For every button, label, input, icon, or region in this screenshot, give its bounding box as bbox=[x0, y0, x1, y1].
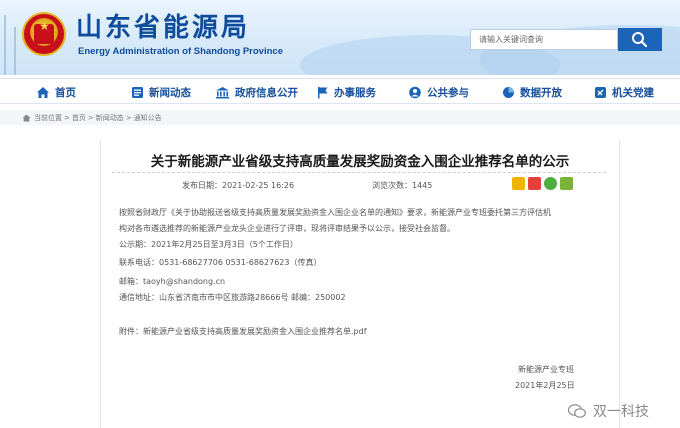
signoff-organization: 新能源产业专班 bbox=[518, 365, 574, 374]
home-icon bbox=[37, 86, 49, 98]
nav-item-open-data[interactable]: 数据开放 bbox=[502, 79, 562, 105]
attachment-link[interactable]: 附件：新能源产业省级支持高质量发展奖励资金入围企业推荐名单.pdf bbox=[119, 327, 367, 337]
wechat-icon bbox=[567, 404, 586, 418]
nav-item-label: 数据开放 bbox=[520, 86, 562, 99]
share-toolbar bbox=[512, 177, 573, 190]
wechat-icon[interactable] bbox=[544, 177, 557, 190]
nav-item-party-building[interactable]: 机关党建 bbox=[594, 79, 654, 105]
nav-item-label: 办事服务 bbox=[334, 86, 376, 99]
breadcrumb-current: 通知公告 bbox=[133, 113, 162, 122]
nav-item-label: 新闻动态 bbox=[149, 86, 191, 99]
article-title: 关于新能源产业省级支持高质量发展奖励资金入围企业推荐名单的公示 bbox=[150, 154, 570, 170]
breadcrumb-prefix: 当前位置 bbox=[34, 113, 62, 122]
nav-item-label: 政府信息公开 bbox=[235, 86, 298, 99]
signoff-date: 2021年2月25日 bbox=[515, 381, 575, 390]
title-divider bbox=[112, 172, 606, 173]
paragraph-line-1: 按照省财政厅《关于协助报送省级支持高质量发展奖励资金入围企业名单的通知》要求，新… bbox=[119, 208, 551, 217]
news-icon bbox=[132, 86, 143, 98]
wind-turbine-decoration bbox=[4, 15, 6, 75]
site-subtitle: Energy Administration of Shandong Provin… bbox=[78, 46, 283, 57]
site-title: 山东省能源局 bbox=[76, 13, 251, 43]
people-icon bbox=[409, 86, 421, 98]
nav-item-government-info[interactable]: 政府信息公开 bbox=[215, 79, 298, 105]
contact-email: 邮箱：taoyh@shandong.cn bbox=[119, 277, 226, 286]
nav-item-services[interactable]: 办事服务 bbox=[316, 79, 376, 105]
weibo-icon[interactable] bbox=[528, 177, 541, 190]
view-count: 浏览次数：1445 bbox=[372, 180, 432, 191]
nav-item-label: 机关党建 bbox=[612, 86, 654, 99]
publish-date-value: 2021-02-25 16:26 bbox=[222, 181, 295, 190]
party-icon bbox=[595, 86, 606, 98]
publish-date: 发布日期：2021-02-25 16:26 bbox=[182, 180, 294, 191]
paragraph-line-2: 构对各市遴选推荐的新能源产业龙头企业进行了评审，现将评审结果予以公示，接受社会监… bbox=[119, 224, 455, 233]
nav-item-home[interactable]: 首页 bbox=[36, 79, 76, 105]
publicity-period: 公示期：2021年2月25日至3月3日（5个工作日） bbox=[119, 240, 298, 249]
breadcrumb-link-news[interactable]: 新闻动态 bbox=[96, 113, 124, 123]
publish-label: 发布日期： bbox=[182, 181, 222, 190]
nav-item-public-participation[interactable]: 公共参与 bbox=[408, 79, 469, 105]
nav-item-label: 首页 bbox=[55, 86, 76, 99]
qq-icon[interactable] bbox=[560, 177, 573, 190]
wechat-watermark: 双一科技 bbox=[567, 401, 649, 421]
favorite-icon[interactable] bbox=[512, 177, 525, 190]
watermark-text: 双一科技 bbox=[593, 404, 649, 420]
views-label: 浏览次数： bbox=[372, 181, 412, 190]
nav-item-label: 公共参与 bbox=[427, 86, 469, 99]
nav-item-news[interactable]: 新闻动态 bbox=[131, 79, 191, 105]
contact-phone: 联系电话：0531-68627706 0531-68627623（传真） bbox=[119, 258, 322, 267]
search-button[interactable] bbox=[618, 28, 662, 51]
national-emblem-logo: ★ bbox=[22, 12, 66, 56]
breadcrumb-link-home[interactable]: 首页 bbox=[72, 113, 86, 123]
search-input[interactable]: 请输入关键词查询 bbox=[470, 29, 618, 50]
home-icon bbox=[22, 114, 31, 121]
site-header: ★ 山东省能源局 Energy Administration of Shando… bbox=[0, 0, 680, 75]
breadcrumb: 当前位置 > 首页 > 新闻动态 > 通知公告 bbox=[22, 111, 162, 124]
wind-turbine-decoration bbox=[14, 27, 16, 75]
mailing-address: 通信地址：山东省济南市市中区旅游路28666号 邮编：250002 bbox=[119, 293, 346, 302]
main-nav: 首页 新闻动态 政府信息公开 办事服务 公共参与 数据开放 机关党建 bbox=[0, 78, 680, 104]
government-building-icon bbox=[216, 86, 229, 98]
views-value: 1445 bbox=[412, 181, 433, 190]
data-pie-icon bbox=[503, 86, 514, 98]
flag-icon bbox=[318, 86, 328, 98]
search-icon bbox=[632, 32, 648, 48]
